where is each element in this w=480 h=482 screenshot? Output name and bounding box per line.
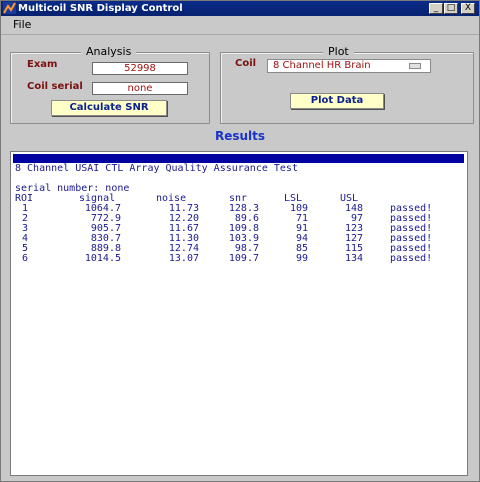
app-icon — [3, 2, 16, 14]
results-panel[interactable]: 8 Channel USAI CTL Array Quality Assuran… — [10, 151, 468, 476]
cell-noise: 13.07 — [168, 253, 199, 264]
coil-serial-field[interactable]: none — [92, 82, 188, 95]
coil-select[interactable]: 8 Channel HR Brain — [267, 59, 431, 73]
menu-file[interactable]: File — [13, 18, 31, 31]
plot-group-title: Plot — [323, 45, 354, 58]
results-header-bar — [13, 154, 464, 163]
cell-usl: 134 — [344, 253, 363, 264]
dropdown-arrow-icon[interactable] — [409, 63, 421, 69]
title-bar[interactable]: Multicoil SNR Display Control _ □ X — [1, 1, 479, 16]
exam-label: Exam — [27, 59, 58, 70]
coil-label: Coil — [235, 58, 257, 69]
results-test-title: 8 Channel USAI CTL Array Quality Assuran… — [15, 163, 298, 174]
app-window: Multicoil SNR Display Control _ □ X File… — [0, 0, 480, 482]
close-button[interactable]: X — [461, 3, 475, 14]
analysis-group-title: Analysis — [81, 45, 137, 58]
plot-data-button[interactable]: Plot Data — [290, 93, 384, 109]
coil-serial-label: Coil serial — [27, 81, 83, 92]
calculate-snr-button[interactable]: Calculate SNR — [51, 100, 167, 116]
window-title: Multicoil SNR Display Control — [18, 3, 183, 14]
menu-bar: File — [1, 16, 479, 35]
analysis-group: Analysis Exam 52998 Coil serial none Cal… — [10, 45, 210, 124]
cell-signal: 1014.5 — [84, 253, 121, 264]
cell-lsl: 99 — [295, 253, 308, 264]
minimize-button[interactable]: _ — [429, 3, 443, 14]
cell-roi: 6 — [22, 253, 29, 264]
maximize-button[interactable]: □ — [444, 3, 458, 14]
coil-select-value: 8 Channel HR Brain — [273, 60, 371, 71]
cell-status: passed! — [390, 253, 433, 264]
results-title: Results — [214, 129, 266, 143]
cell-snr: 109.7 — [228, 253, 259, 264]
exam-field[interactable]: 52998 — [92, 62, 188, 75]
